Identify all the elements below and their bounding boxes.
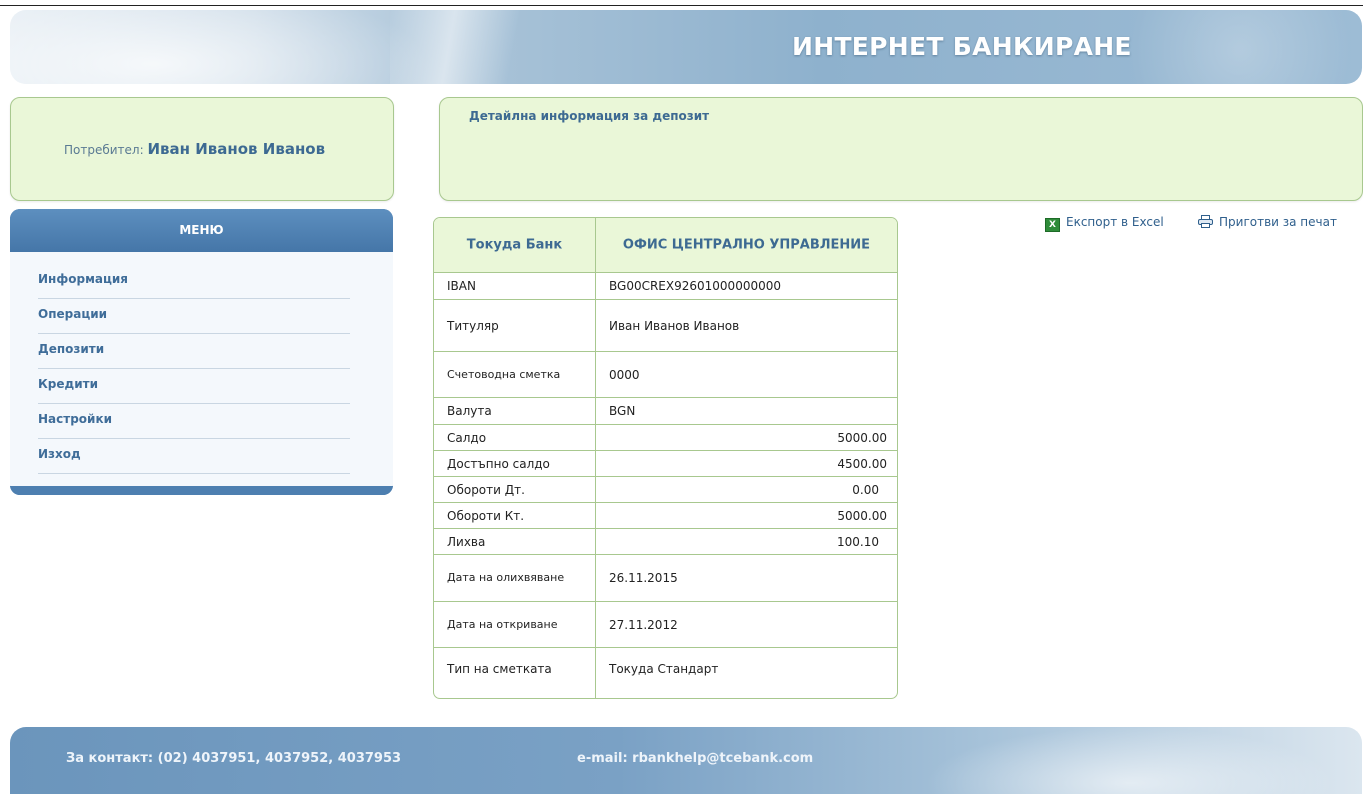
balance-value: 5000.00 <box>837 430 887 445</box>
footer-contact: За контакт: (02) 4037951, 4037952, 40379… <box>66 751 402 766</box>
menu-list: Информация Операции Депозити Кредити Нас… <box>10 252 393 486</box>
menu-item-operations[interactable]: Операции <box>38 299 350 334</box>
print-link[interactable]: Приготви за печат <box>1198 215 1337 229</box>
iban-value: BG00CREX92601000000000 <box>609 279 781 293</box>
office-name-header: ОФИС ЦЕНТРАЛНО УПРАВЛЕНИЕ <box>622 237 871 253</box>
printer-icon <box>1198 215 1213 228</box>
row-label: Дата на откриване <box>447 617 558 631</box>
user-label: Потребител: <box>64 143 144 157</box>
interest-value: 100.10 <box>837 534 879 549</box>
row-label: Валута <box>447 404 492 418</box>
footer-email[interactable]: e-mail: rbankhelp@tcebank.com <box>577 751 813 766</box>
opening-date-value: 27.11.2012 <box>609 617 678 632</box>
table-row: IBAN BG00CREX92601000000000 <box>434 273 897 300</box>
table-row: Дата на олихвяване 26.11.2015 <box>434 555 897 602</box>
row-label: Счетоводна сметка <box>447 367 561 381</box>
table-row: Достъпно салдо 4500.00 <box>434 451 897 477</box>
deposit-details-table: Токуда Банк ОФИС ЦЕНТРАЛНО УПРАВЛЕНИЕ IB… <box>433 217 898 699</box>
row-label: Обороти Кт. <box>447 508 525 523</box>
header-banner-image <box>10 10 430 84</box>
export-excel-label: Експорт в Excel <box>1066 215 1164 229</box>
footer-banner-image <box>890 727 1362 794</box>
interest-date-value: 26.11.2015 <box>609 571 678 585</box>
print-label: Приготви за печат <box>1219 215 1337 229</box>
row-label: Тип на сметката <box>447 662 552 676</box>
table-row: Валута BGN <box>434 398 897 425</box>
user-panel: Потребител: Иван Иванов Иванов <box>10 97 394 201</box>
table-row: Обороти Дт. 0.00 <box>434 477 897 503</box>
row-label: Лихва <box>447 534 486 549</box>
credit-turnover-value: 5000.00 <box>837 508 887 523</box>
menu-item-credits[interactable]: Кредити <box>38 369 350 404</box>
row-label: Достъпно салдо <box>447 456 550 471</box>
menu-footer-bar <box>10 486 393 495</box>
detail-panel: Детайлна информация за депозит <box>439 97 1363 201</box>
table-row: Лихва 100.10 <box>434 529 897 555</box>
holder-value: Иван Иванов Иванов <box>609 318 740 333</box>
row-label: Салдо <box>447 430 487 445</box>
table-row: Обороти Кт. 5000.00 <box>434 503 897 529</box>
account-type-value: Токуда Стандарт <box>609 662 719 676</box>
header-banner-highlight <box>390 10 540 84</box>
user-name: Иван Иванов Иванов <box>147 140 326 158</box>
table-row: Тип на сметката Токуда Стандарт <box>434 648 897 698</box>
excel-icon: X <box>1045 218 1060 232</box>
menu-item-deposits[interactable]: Депозити <box>38 334 350 369</box>
site-footer: За контакт: (02) 4037951, 4037952, 40379… <box>10 727 1362 794</box>
available-balance-value: 4500.00 <box>837 456 887 471</box>
menu-item-logout[interactable]: Изход <box>38 439 350 474</box>
row-label: Дата на олихвяване <box>447 571 565 584</box>
bank-name-header: Токуда Банк <box>466 237 563 253</box>
menu-item-settings[interactable]: Настройки <box>38 404 350 439</box>
table-row: Титуляр Иван Иванов Иванов <box>434 300 897 352</box>
top-border-line <box>0 5 1363 6</box>
main-menu: МЕНЮ Информация Операции Депозити Кредит… <box>10 209 393 495</box>
table-header-row: Токуда Банк ОФИС ЦЕНТРАЛНО УПРАВЛЕНИЕ <box>434 218 897 273</box>
menu-item-information[interactable]: Информация <box>38 264 350 299</box>
site-title: ИНТЕРНЕТ БАНКИРАНЕ <box>792 32 1132 61</box>
debit-turnover-value: 0.00 <box>852 482 879 497</box>
row-label: IBAN <box>447 279 476 293</box>
page-title: Детайлна информация за депозит <box>469 109 710 123</box>
row-label: Обороти Дт. <box>447 482 525 497</box>
export-excel-link[interactable]: X Експорт в Excel <box>1045 215 1164 232</box>
account-value: 0000 <box>609 367 640 382</box>
row-label: Титуляр <box>447 318 499 333</box>
currency-value: BGN <box>609 404 636 418</box>
user-info: Потребител: Иван Иванов Иванов <box>64 140 325 158</box>
table-row: Дата на откриване 27.11.2012 <box>434 602 897 648</box>
table-row: Салдо 5000.00 <box>434 425 897 451</box>
menu-title: МЕНЮ <box>10 209 393 252</box>
site-header: ИНТЕРНЕТ БАНКИРАНЕ <box>10 10 1362 84</box>
table-row: Счетоводна сметка 0000 <box>434 352 897 398</box>
